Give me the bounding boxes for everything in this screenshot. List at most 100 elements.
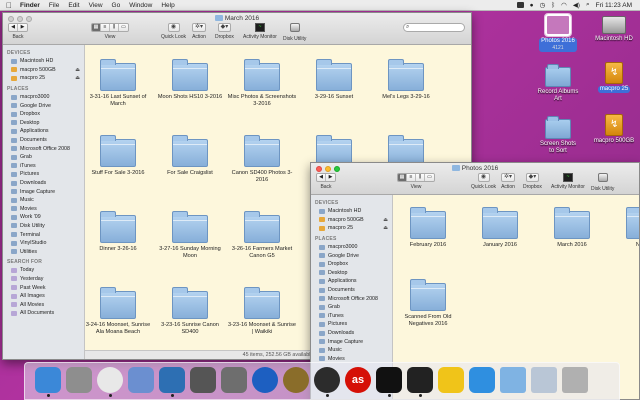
folder-item[interactable]: Mel's Legs 3-29-16 bbox=[371, 59, 441, 101]
dock-cyberduck-icon[interactable] bbox=[438, 367, 464, 393]
icon-view-button[interactable]: ▦ bbox=[92, 24, 101, 31]
menu-view[interactable]: View bbox=[89, 2, 103, 9]
clock[interactable]: Fri 11:23 AM bbox=[596, 2, 632, 9]
sidebar-item-documents[interactable]: Documents bbox=[311, 286, 392, 295]
folder-item[interactable]: 3-23-16 Sunrise Canon SD400 bbox=[155, 287, 225, 335]
window-titlebar[interactable]: March 2016 ◀ ▶ Back ▦ ≡ ⫼ ▭ View ◉ Quick Loo… bbox=[3, 13, 471, 45]
sidebar-item-all-movies[interactable]: All Movies bbox=[3, 300, 84, 309]
folder-item[interactable]: Canon SD400 Photos 3-2016 bbox=[227, 135, 297, 183]
folder-item[interactable]: New A bbox=[609, 207, 639, 249]
folder-item[interactable]: January 2016 bbox=[465, 207, 535, 249]
sidebar-item-all-images[interactable]: All Images bbox=[3, 292, 84, 301]
sidebar-item-microsoft-office-2008[interactable]: Microsoft Office 2008 bbox=[311, 294, 392, 303]
column-view-button[interactable]: ⫼ bbox=[416, 174, 425, 181]
sidebar-item-image-capture[interactable]: Image Capture bbox=[3, 187, 84, 196]
sidebar-item-today[interactable]: Today bbox=[3, 266, 84, 275]
spotlight-search-icon[interactable]: ⌕ bbox=[586, 1, 590, 9]
column-view-button[interactable]: ⫼ bbox=[110, 24, 119, 31]
desktop-icon-screen-shots-to-sort[interactable]: Screen Shots to Sort bbox=[528, 116, 588, 155]
sidebar-item-yesterday[interactable]: Yesterday bbox=[3, 275, 84, 284]
sync-status-icon[interactable]: ● bbox=[530, 2, 534, 9]
dropbox-button[interactable]: ◆▾ bbox=[525, 173, 540, 182]
sidebar-item-work-09[interactable]: Work '09 bbox=[3, 213, 84, 222]
forward-button[interactable]: ▶ bbox=[326, 174, 335, 181]
back-button[interactable]: ◀ bbox=[9, 24, 18, 31]
folder-item[interactable]: Moon Shots HS10 3-2016 bbox=[155, 59, 225, 101]
menu-help[interactable]: Help bbox=[161, 2, 174, 9]
dock-documents-stack-icon[interactable] bbox=[531, 367, 557, 393]
dock-itunes-icon[interactable] bbox=[469, 367, 495, 393]
folder-item[interactable]: Stuff For Sale 3-2016 bbox=[85, 135, 153, 177]
eject-icon[interactable]: ⏏ bbox=[75, 75, 80, 81]
dock-launchpad-icon[interactable] bbox=[66, 367, 92, 393]
dock-downloads-stack-icon[interactable] bbox=[500, 367, 526, 393]
menu-edit[interactable]: Edit bbox=[68, 2, 79, 9]
menu-go[interactable]: Go bbox=[112, 2, 121, 9]
sidebar-item-dropbox[interactable]: Dropbox bbox=[3, 110, 84, 119]
sidebar-item-downloads[interactable]: Downloads bbox=[311, 329, 392, 338]
sidebar-item-documents[interactable]: Documents bbox=[3, 136, 84, 145]
sidebar-item-desktop[interactable]: Desktop bbox=[311, 269, 392, 278]
desktop-icon-macpro-500gb[interactable]: macpro 500GB bbox=[584, 114, 640, 145]
dock-activity-monitor-icon[interactable] bbox=[376, 367, 402, 393]
search-field[interactable]: ⌕ bbox=[403, 23, 465, 32]
sidebar-item-image-capture[interactable]: Image Capture bbox=[311, 337, 392, 346]
sidebar-item-desktop[interactable]: Desktop bbox=[3, 119, 84, 128]
sidebar-item-dropbox[interactable]: Dropbox bbox=[311, 260, 392, 269]
dock-image-capture-icon[interactable] bbox=[221, 367, 247, 393]
sidebar-item-macpro3000[interactable]: macpro3000 bbox=[3, 93, 84, 102]
dock-trash-icon[interactable] bbox=[562, 367, 588, 393]
list-view-button[interactable]: ≡ bbox=[101, 24, 110, 31]
desktop-icon-macpro-25[interactable]: macpro 25 bbox=[584, 62, 640, 93]
desktop-icon-photos-2016[interactable]: Photos 2016 4121 bbox=[528, 13, 588, 52]
coverflow-view-button[interactable]: ▭ bbox=[425, 174, 434, 181]
window-titlebar[interactable]: Photos 2016 ◀ ▶ Back ▦ ≡ ⫼ ▭ View ◉ Quick Lo… bbox=[311, 163, 639, 195]
eject-icon[interactable]: ⏏ bbox=[75, 67, 80, 73]
sidebar-item-macpro-25[interactable]: macpro 25 ⏏ bbox=[3, 74, 84, 83]
folder-item[interactable]: 3-23-16 Moonset & Sunrise | Waikiki bbox=[227, 287, 297, 335]
dock-finder-icon[interactable] bbox=[35, 367, 61, 393]
sidebar-item-vinylstudio[interactable]: VinylStudio bbox=[3, 239, 84, 248]
activity-monitor-icon[interactable]: ~ bbox=[254, 23, 265, 32]
back-button[interactable]: ◀ bbox=[317, 174, 326, 181]
volume-icon[interactable]: ◀) bbox=[573, 1, 580, 9]
dock-chrome-icon[interactable] bbox=[97, 367, 123, 393]
sidebar-item-google-drive[interactable]: Google Drive bbox=[311, 251, 392, 260]
menu-file[interactable]: File bbox=[49, 2, 59, 9]
dock-compressor-icon[interactable] bbox=[283, 367, 309, 393]
folder-item[interactable]: 3-29-16 Sunset bbox=[299, 59, 369, 101]
folder-item[interactable]: March 2016 bbox=[537, 207, 607, 249]
folder-item[interactable]: Dinner 3-26-16 bbox=[85, 211, 153, 253]
sidebar-item-applications[interactable]: Applications bbox=[3, 127, 84, 136]
folder-item[interactable]: 3-24-16 Moonset, Sunrise Ala Moana Beach bbox=[85, 287, 153, 335]
sidebar-item-grab[interactable]: Grab bbox=[3, 153, 84, 162]
timemachine-icon[interactable]: ◷ bbox=[540, 1, 546, 9]
quick-look-button[interactable]: ◉ bbox=[167, 23, 180, 32]
folder-item[interactable]: 3-31-16 Last Sunset of March bbox=[85, 59, 153, 107]
sidebar-item-applications[interactable]: Applications bbox=[311, 277, 392, 286]
coverflow-view-button[interactable]: ▭ bbox=[119, 24, 128, 31]
dock-terminal-icon[interactable] bbox=[407, 367, 433, 393]
desktop-icon-macintosh-hd[interactable]: Macintosh HD bbox=[584, 14, 640, 43]
folder-item[interactable]: February 2016 bbox=[393, 207, 463, 249]
apple-menu-icon[interactable]:  bbox=[6, 1, 12, 10]
action-gear-button[interactable]: ✲▾ bbox=[192, 23, 207, 32]
dock-quicktime-icon[interactable] bbox=[252, 367, 278, 393]
sidebar-item-movies[interactable]: Movies bbox=[3, 205, 84, 214]
disk-utility-icon[interactable] bbox=[597, 173, 608, 182]
sidebar-item-macpro3000[interactable]: macpro3000 bbox=[311, 243, 392, 252]
dock-iphoto-icon[interactable] bbox=[159, 367, 185, 393]
sidebar-item-macintosh-hd[interactable]: Macintosh HD bbox=[311, 207, 392, 216]
sidebar-item-macpro-25[interactable]: macpro 25 ⏏ bbox=[311, 224, 392, 233]
folder-item[interactable]: 3-27-16 Sunday Morning Moon bbox=[155, 211, 225, 259]
sidebar-item-terminal[interactable]: Terminal bbox=[3, 230, 84, 239]
sidebar-item-pictures[interactable]: Pictures bbox=[3, 170, 84, 179]
sidebar-item-macintosh-hd[interactable]: Macintosh HD bbox=[3, 57, 84, 66]
sidebar-item-all-documents[interactable]: All Documents bbox=[3, 309, 84, 318]
sidebar-item-macpro-500gb[interactable]: macpro 500GB ⏏ bbox=[3, 66, 84, 75]
sidebar-item-utilities[interactable]: Utilities bbox=[3, 247, 84, 256]
sidebar-item-music[interactable]: Music bbox=[3, 196, 84, 205]
sidebar-item-disk-utility[interactable]: Disk Utility bbox=[3, 222, 84, 231]
dock-dashboard-icon[interactable] bbox=[314, 367, 340, 393]
dropbox-button[interactable]: ◆▾ bbox=[217, 23, 232, 32]
